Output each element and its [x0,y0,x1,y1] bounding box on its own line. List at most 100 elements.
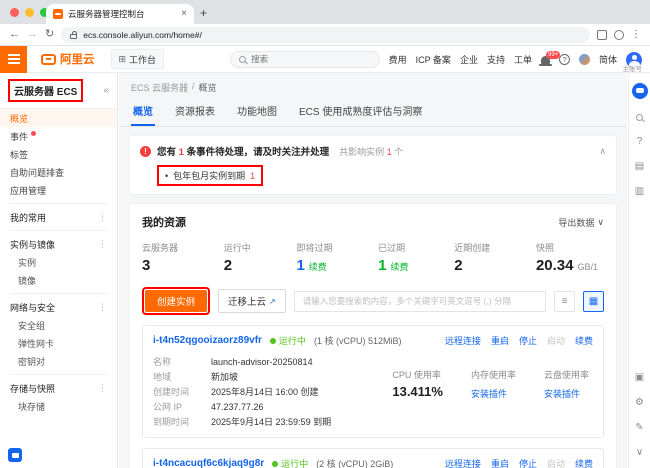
sidebar-item-instances[interactable]: 实例 [0,253,117,271]
browser-menu-icon[interactable]: ⋮ [631,29,641,40]
main-content: ECS 云服务器 / 概览 概览 资源报表 功能地图 ECS 使用成熟度评估与洞… [119,73,627,468]
hamburger-menu-button[interactable] [0,46,27,73]
renew-link[interactable]: 续费 [309,260,327,273]
sidebar-item-images[interactable]: 镜像 [0,271,117,289]
global-search-input[interactable] [251,54,371,64]
browser-profile-icon[interactable] [614,30,624,40]
notification-bell-icon[interactable]: 99+ [541,56,550,64]
remote-connect-link[interactable]: 远程连接 [445,457,481,468]
minimize-window-button[interactable] [25,8,34,17]
ecs-sidebar: 云服务器 ECS « 概览 事件 标签 自助问题排查 应用管理 我的常用⋮ 实例… [0,73,118,468]
new-tab-button[interactable]: + [200,6,207,20]
install-plugin-link[interactable]: 安装插件 [544,387,580,400]
alert-collapse-icon[interactable]: ∧ [599,146,606,157]
back-icon[interactable]: ← [9,29,20,40]
alert-item-label[interactable]: 包年包月实例到期 [173,169,245,182]
export-data-button[interactable]: 导出数据 ∨ [558,216,604,229]
instance-search-input[interactable] [294,291,546,312]
sidebar-item-troubleshoot[interactable]: 自助问题排查 [0,163,117,181]
sidebar-section-instances-images[interactable]: 实例与镜像⋮ [0,235,117,253]
nav-link-icp[interactable]: ICP 备案 [416,53,451,66]
sidebar-item-app-management[interactable]: 应用管理 [0,181,117,199]
renew-link[interactable]: 续费 [391,260,409,273]
rail-scroll-down-icon[interactable]: ∨ [633,446,647,460]
rail-search-icon[interactable] [633,110,647,124]
browser-tab-strip: 云服务器管理控制台 × + [0,0,650,24]
list-view-toggle[interactable]: ≡ [554,291,575,312]
sidebar-item-overview[interactable]: 概览 [0,109,117,127]
rail-docs-icon[interactable]: ▤ [633,160,647,174]
apps-globe-icon[interactable] [579,54,590,65]
more-icon[interactable]: ⋮ [98,302,107,313]
instance-id-link[interactable]: i-t4ncacuqf6c6kjaq9g8r [153,458,264,468]
notification-badge: 99+ [546,51,560,59]
start-link[interactable]: 启动 [547,334,565,347]
grid-view-toggle[interactable]: ▦ [583,291,604,312]
right-utility-rail: ? ▤ ▥ ▣ ⚙ ✎ ∨ [628,73,650,468]
sidebar-section-network-security[interactable]: 网络与安全⋮ [0,298,117,316]
sidebar-section-storage-snapshots[interactable]: 存储与快照⋮ [0,379,117,397]
more-icon[interactable]: ⋮ [98,212,107,223]
running-dot-icon [270,338,276,344]
stop-link[interactable]: 停止 [519,334,537,347]
language-switcher[interactable]: 简体 [599,53,617,66]
forward-icon[interactable]: → [27,29,38,40]
window-controls [10,8,49,17]
tab-close-icon[interactable]: × [181,9,187,19]
sidebar-docs-icon[interactable] [8,448,22,462]
instance-spec: (1 核 (vCPU) 512MiB) [314,334,402,347]
rail-monitor-icon[interactable]: ▣ [633,371,647,385]
tab-resource-report[interactable]: 资源报表 [173,99,217,126]
instance-id-link[interactable]: i-t4n52qgooizaorz89vfr [153,335,262,346]
sidebar-item-key-pairs[interactable]: 密钥对 [0,352,117,370]
rail-feedback-icon[interactable]: ✎ [633,421,647,435]
restart-link[interactable]: 重启 [491,334,509,347]
sidebar-item-block-storage[interactable]: 块存储 [0,397,117,415]
help-question-icon[interactable]: ? [559,54,570,65]
sidebar-section-favorites[interactable]: 我的常用⋮ [0,208,117,226]
url-field[interactable]: ecs.console.aliyun.com/home#/ [61,27,590,43]
stop-link[interactable]: 停止 [519,457,537,468]
tab-feature-map[interactable]: 功能地图 [235,99,279,126]
sidebar-collapse-icon[interactable]: « [103,85,109,96]
more-icon[interactable]: ⋮ [98,383,107,394]
rail-settings-icon[interactable]: ⚙ [633,396,647,410]
close-window-button[interactable] [10,8,19,17]
running-dot-icon [272,461,278,467]
more-icon[interactable]: ⋮ [98,239,107,250]
global-search[interactable] [230,51,380,68]
refresh-icon[interactable]: ↻ [45,29,54,40]
start-link[interactable]: 启动 [547,457,565,468]
sidebar-item-tags[interactable]: 标签 [0,145,117,163]
workbench-button[interactable]: ⊞ 工作台 [111,49,165,69]
nav-link-support[interactable]: 支持 [487,53,505,66]
aliyun-logo[interactable]: 阿里云 [41,51,95,67]
alert-item-count[interactable]: 1 [250,171,255,181]
customer-service-icon[interactable] [632,83,648,99]
migrate-to-cloud-button[interactable]: 迁移上云 ↗ [218,289,286,313]
rail-question-icon[interactable]: ? [633,135,647,149]
renew-link[interactable]: 续费 [575,457,593,468]
nav-link-tickets[interactable]: 工单 [514,53,532,66]
tab-overview[interactable]: 概览 [131,99,155,126]
create-instance-button[interactable]: 创建实例 [145,290,207,312]
install-plugin-link[interactable]: 安装插件 [471,387,507,400]
nav-link-billing[interactable]: 费用 [389,53,407,66]
restart-link[interactable]: 重启 [491,457,509,468]
extensions-icon[interactable] [597,30,607,40]
instance-metrics: CPU 使用率 13.411% 内存使用率 安装插件 云盘使用率 安装插件 [392,368,589,400]
tab-maturity-insight[interactable]: ECS 使用成熟度评估与洞察 [297,99,424,126]
nav-link-enterprise[interactable]: 企业 [460,53,478,66]
instance-expire-time: 2025年9月14日 23:59:59 到期 [211,415,331,428]
breadcrumb-root[interactable]: ECS 云服务器 [131,81,188,94]
sidebar-item-events[interactable]: 事件 [0,127,117,145]
workbench-label: 工作台 [129,53,156,66]
instance-card-1: i-t4n52qgooizaorz89vfr 运行中 (1 核 (vCPU) 5… [142,325,604,438]
remote-connect-link[interactable]: 远程连接 [445,334,481,347]
renew-link[interactable]: 续费 [575,334,593,347]
rail-survey-icon[interactable]: ▥ [633,185,647,199]
sidebar-item-security-groups[interactable]: 安全组 [0,316,117,334]
browser-tab[interactable]: 云服务器管理控制台 × [46,4,194,24]
sidebar-item-enis[interactable]: 弹性网卡 [0,334,117,352]
instance-public-ip: 47.237.77.26 [211,402,264,412]
